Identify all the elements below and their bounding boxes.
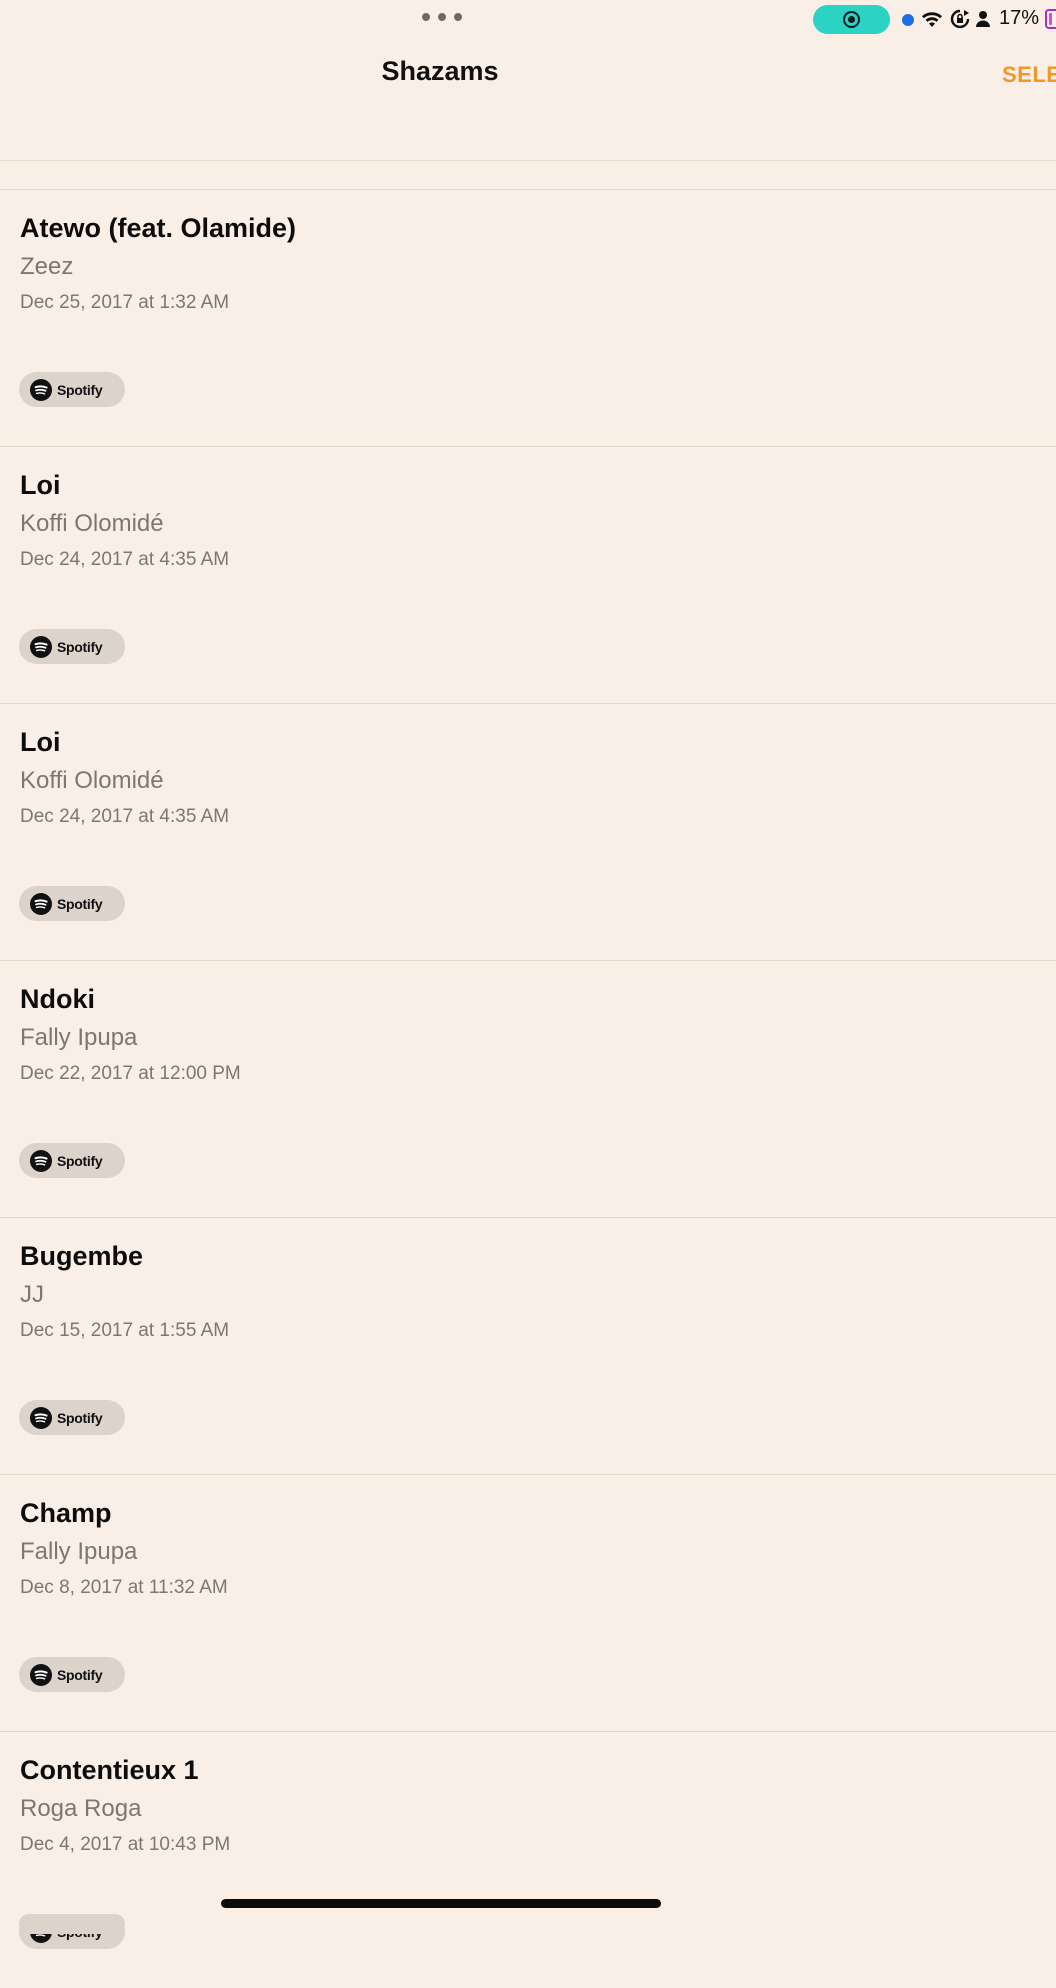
spotify-button[interactable]: Spotify (19, 629, 125, 664)
song-title: Champ (20, 1498, 112, 1528)
spotify-icon (30, 635, 52, 658)
spotify-icon (30, 378, 52, 401)
shazam-date: Dec 15, 2017 at 1:55 AM (20, 1320, 230, 1341)
song-title: Atewo (feat. Olamide) (20, 213, 297, 243)
list-item[interactable]: Loi Koffi Olomidé Dec 24, 2017 at 4:35 AM S… (0, 446, 1056, 703)
spotify-button-partial[interactable] (19, 1914, 125, 1934)
list-item[interactable]: Ndoki Fally Ipupa Dec 22, 2017 at 12:00 PM… (0, 960, 1056, 1217)
wifi-icon (922, 12, 942, 27)
shazam-date: Dec 25, 2017 at 1:32 AM (20, 292, 230, 313)
rotation-lock-icon (950, 9, 970, 29)
list-item[interactable]: Contentieux 1 Roga Roga Dec 4, 2017 at 10:… (0, 1731, 1056, 1988)
artist-name: Fally Ipupa (20, 1024, 138, 1051)
spotify-icon (30, 892, 52, 915)
song-title: Bugembe (20, 1241, 144, 1271)
spotify-button[interactable]: Spotify (19, 1143, 125, 1178)
shazam-date: Dec 24, 2017 at 4:35 AM (20, 806, 230, 827)
select-button[interactable]: SELE (1002, 62, 1056, 88)
battery-percentage: 17% (999, 7, 1040, 29)
spotify-button[interactable]: Spotify (19, 886, 125, 921)
shazam-date: Dec 22, 2017 at 12:00 PM (20, 1063, 241, 1084)
artist-name: Koffi Olomidé (20, 510, 164, 537)
status-bar: 17% (0, 0, 1056, 40)
artist-name: Fally Ipupa (20, 1538, 138, 1565)
spotify-label: Spotify (57, 1409, 103, 1426)
artist-name: Roga Roga (20, 1795, 142, 1822)
more-dots-icon[interactable] (422, 12, 462, 22)
list-item[interactable]: Bugembe JJ Dec 15, 2017 at 1:55 AM Spotify (0, 1217, 1056, 1474)
shazam-date: Dec 8, 2017 at 11:32 AM (20, 1577, 228, 1598)
artist-name: JJ (20, 1281, 44, 1308)
person-icon (976, 11, 990, 27)
list-item[interactable]: Loi Koffi Olomidé Dec 24, 2017 at 4:35 AM S… (0, 703, 1056, 960)
song-title: Loi (20, 470, 61, 500)
spotify-label: Spotify (57, 1152, 103, 1169)
page-title: Shazams (381, 56, 499, 86)
spotify-button[interactable]: Spotify (19, 1400, 125, 1435)
song-title: Ndoki (20, 984, 96, 1014)
artist-name: Zeez (20, 253, 74, 280)
spotify-label: Spotify (57, 895, 103, 912)
shazam-date: Dec 24, 2017 at 4:35 AM (20, 549, 230, 570)
spotify-label: Spotify (57, 381, 103, 398)
song-title: Loi (20, 727, 61, 757)
spotify-button[interactable]: Spotify (19, 1657, 125, 1692)
artist-name: Koffi Olomidé (20, 767, 164, 794)
battery-icon (1045, 9, 1056, 29)
list-item[interactable]: Champ Fally Ipupa Dec 8, 2017 at 11:32 AM S… (0, 1474, 1056, 1731)
shazam-date: Dec 4, 2017 at 10:43 PM (20, 1834, 231, 1855)
nav-divider (0, 160, 1056, 161)
spotify-icon (30, 1406, 52, 1429)
home-indicator[interactable] (221, 1899, 661, 1908)
list-item[interactable]: Atewo (feat. Olamide) Zeez Dec 25, 2017 at… (0, 189, 1056, 446)
song-title: Contentieux 1 (20, 1755, 199, 1785)
spotify-button[interactable]: Spotify (19, 372, 125, 407)
spotify-icon (30, 1663, 52, 1686)
screen-record-icon[interactable] (813, 5, 890, 34)
spotify-label: Spotify (57, 638, 103, 655)
shazam-list: Atewo (feat. Olamide) Zeez Dec 25, 2017 at… (0, 189, 1056, 1988)
spotify-label: Spotify (57, 1666, 103, 1683)
location-dot-icon (902, 14, 914, 26)
spotify-icon (30, 1149, 52, 1172)
